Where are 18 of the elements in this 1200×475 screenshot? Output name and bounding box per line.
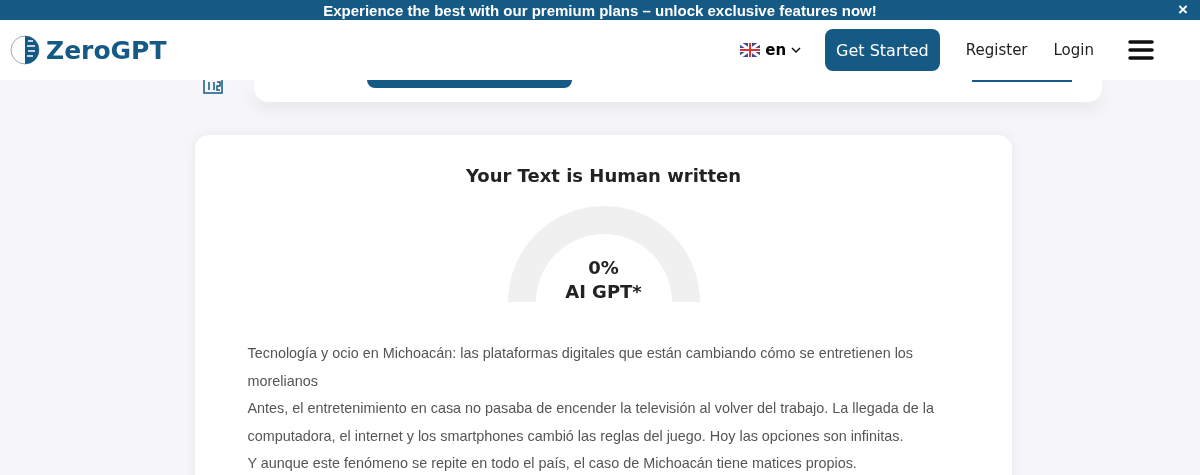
- result-title: Your Text is Human written: [465, 165, 742, 186]
- percent-value: 0%: [588, 256, 619, 280]
- document-icon: [203, 78, 223, 94]
- chevron-down-icon: [791, 46, 802, 54]
- nav-link[interactable]: Register: [965, 41, 1028, 59]
- close-button[interactable]: ×: [1178, 1, 1188, 18]
- get-started-button[interactable]: Get Started: [825, 29, 940, 71]
- nav-link[interactable]: Login: [1053, 41, 1094, 59]
- paragraph: Tecnología y ocio en Michoacán: las plataformas digitales que están cambiando cómo se entretienen los morelianos: [247, 344, 915, 391]
- banner-text: Experience the best with our premium plans – unlock exclusive features now!: [323, 1, 877, 19]
- gauge-label: AI GPT*: [565, 280, 642, 304]
- logo-text[interactable]: ZeroGPT: [46, 35, 167, 65]
- language-selector[interactable]: en: [734, 40, 808, 60]
- brain-logo-icon: [10, 35, 40, 65]
- menu-icon[interactable]: [1128, 39, 1154, 61]
- paragraph: Antes, el entretenimiento en casa no pasaba de encender la televisión al volver del trabajo. La llegada de la computadora, el internet y los smartphones cambió las reglas del juego. Hoy las opciones son infinitas.: [247, 399, 935, 446]
- flag-icon: [740, 43, 761, 57]
- paragraph: Y aunque este fenómeno se repite en todo el país, el caso de Michoacán tiene matices propios.: [247, 454, 858, 473]
